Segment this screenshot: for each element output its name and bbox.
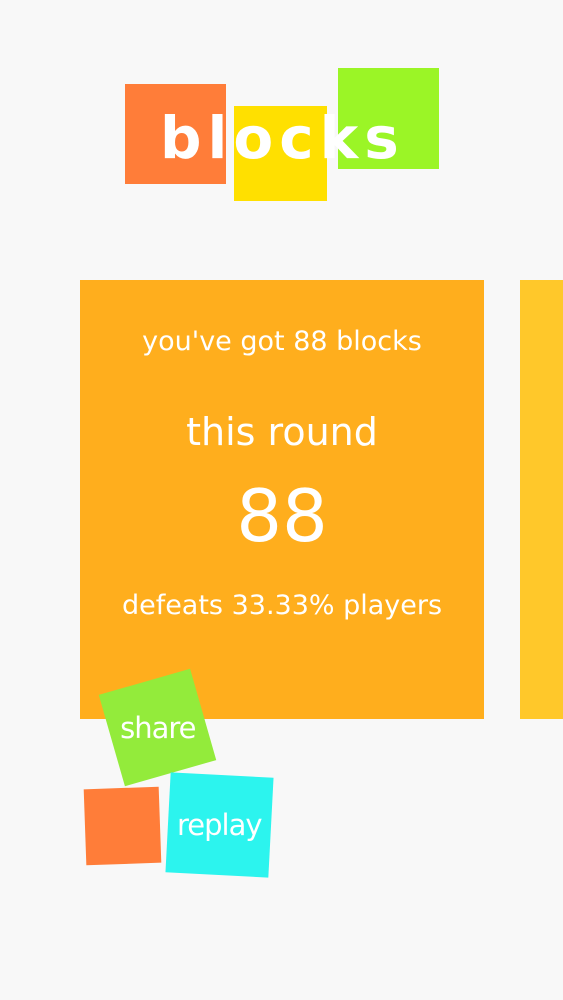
logo-text: blocks — [160, 104, 405, 172]
next-card-edge[interactable] — [520, 280, 563, 719]
share-button-label: share — [119, 710, 196, 745]
score-card: you've got 88 blocks this round 88 defea… — [80, 280, 484, 719]
replay-button[interactable]: replay — [165, 772, 274, 878]
blocks-collected-text: you've got 88 blocks — [142, 326, 422, 357]
defeats-percentage-text: defeats 33.33% players — [121, 590, 443, 621]
round-score: 88 — [236, 474, 328, 558]
replay-button-label: replay — [177, 808, 262, 842]
decor-block-orange — [83, 786, 162, 866]
round-label: this round — [186, 410, 378, 454]
